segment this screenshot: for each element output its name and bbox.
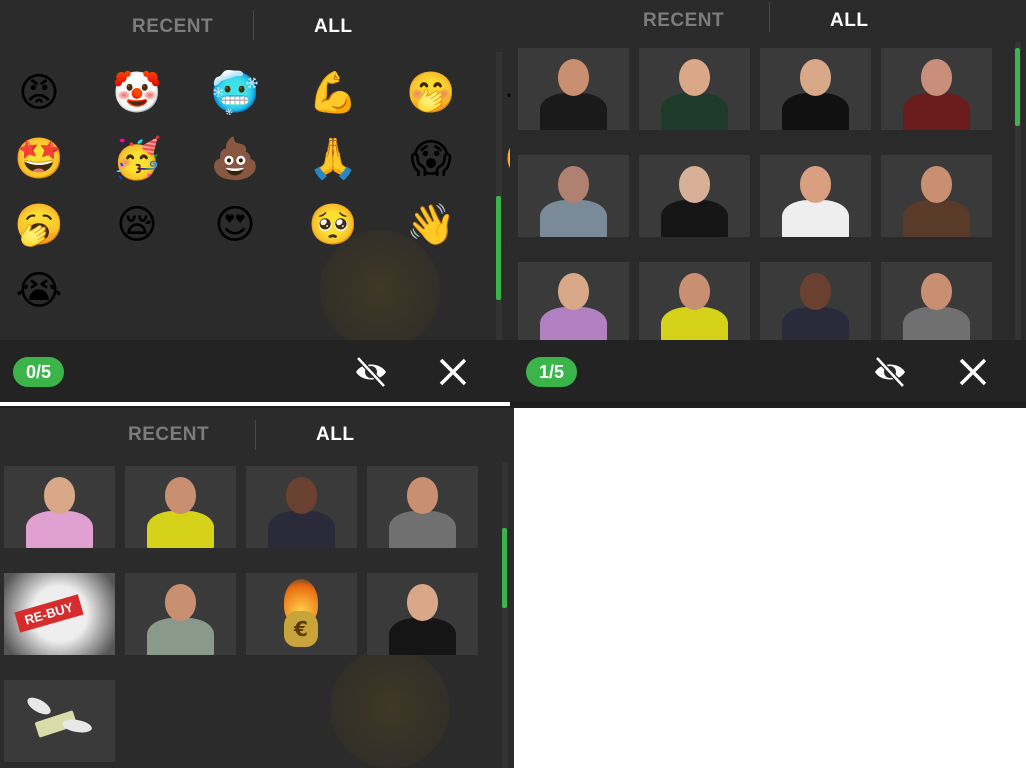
tab-recent[interactable]: RECENT <box>128 424 209 446</box>
popcorn-man-figure <box>760 48 871 130</box>
yawning-face-emoji[interactable]: 🥱 <box>14 200 64 250</box>
loudly-crying-face-emoji[interactable]: 😭 <box>14 266 64 316</box>
sleepy-face-emoji[interactable]: 😪 <box>112 200 162 250</box>
scrollbar-track[interactable] <box>502 462 508 768</box>
animation-tile-yellow-shirt-cheer[interactable] <box>125 466 236 548</box>
suit-red-tie-figure <box>639 155 750 237</box>
wing-icon <box>24 694 54 718</box>
walking-man-figure <box>367 466 478 548</box>
tab-bar: RECENT ALL <box>510 0 1026 52</box>
animation-tile-praying-man[interactable] <box>367 573 478 655</box>
scrollbar-thumb[interactable] <box>1015 48 1020 126</box>
yellow-shirt-cheer-figure <box>125 466 236 548</box>
animation-tile-gift-man[interactable] <box>4 466 115 548</box>
face-with-hand-over-mouth-emoji[interactable]: 🤭 <box>406 68 456 118</box>
footer-bar: 1/5 <box>510 340 1026 402</box>
selection-counter: 0/5 <box>13 357 65 387</box>
animation-tile-thumbs-up-man[interactable] <box>518 48 629 130</box>
animation-tile-white-shirt-thumbs[interactable] <box>760 155 871 237</box>
screaming-face-emoji[interactable]: 😱 <box>406 134 456 184</box>
tab-separator <box>253 10 254 40</box>
heart-eyes-emoji[interactable]: 😍 <box>210 200 260 250</box>
animation-tile-sunglasses-grin[interactable] <box>639 48 750 130</box>
selection-counter: 1/5 <box>526 357 578 387</box>
background-emoji <box>330 648 450 768</box>
tab-all[interactable]: ALL <box>830 10 868 32</box>
animation-tile-walking-man[interactable] <box>881 262 992 344</box>
white-shirt-thumbs-figure <box>760 155 871 237</box>
tab-separator <box>769 2 770 32</box>
praying-man-figure <box>367 573 478 655</box>
waving-hand-emoji[interactable]: 👋 <box>406 200 456 250</box>
animations-panel: RECENT ALL 1/5 <box>510 0 1026 402</box>
flexed-biceps-emoji[interactable]: 💪 <box>308 68 358 118</box>
partying-face-emoji[interactable]: 🥳 <box>112 134 162 184</box>
pleading-face-emoji[interactable]: 🥺 <box>308 200 358 250</box>
folded-hands-emoji[interactable]: 🙏 <box>308 134 358 184</box>
tab-all[interactable]: ALL <box>314 16 352 38</box>
star-struck-emoji[interactable]: 🤩 <box>14 134 64 184</box>
pile-of-poo-emoji[interactable]: 💩 <box>210 134 260 184</box>
footer-bar: 0/5 <box>0 340 510 402</box>
animation-tile-thinking-man[interactable] <box>760 262 871 344</box>
scrollbar-thumb[interactable] <box>496 196 501 300</box>
tab-recent[interactable]: RECENT <box>643 10 724 32</box>
animation-tile-burning-money-bag[interactable]: € <box>246 573 357 655</box>
eye-slash-icon[interactable] <box>353 355 389 389</box>
clown-face-emoji[interactable]: 🤡 <box>112 68 162 118</box>
animation-tile-hat-man[interactable] <box>881 155 992 237</box>
animation-tile-fish-man[interactable] <box>518 155 629 237</box>
re-buy-label: RE-BUY <box>14 594 84 633</box>
eye-slash-icon[interactable] <box>872 355 908 389</box>
crouching-man-figure <box>125 573 236 655</box>
gift-man-figure <box>4 466 115 548</box>
emoji-panel: RECENT ALL 😡🤡🥶💪🤭😂🤩🥳💩🙏😱🤮🥱😪😍🥺👋🎅😭 0/5 <box>0 0 510 402</box>
money-bag-icon: € <box>284 611 318 647</box>
tab-separator <box>255 420 256 450</box>
animations-panel-scrolled: RECENT ALL RE-BUY € <box>0 408 514 768</box>
animation-tile-facepalm-man[interactable] <box>881 48 992 130</box>
close-icon[interactable] <box>436 355 472 389</box>
animation-tile-crouching-man[interactable] <box>125 573 236 655</box>
hat-man-figure <box>881 155 992 237</box>
thinking-man-figure <box>246 466 357 548</box>
divider <box>0 402 510 406</box>
facepalm-man-figure <box>881 48 992 130</box>
animation-tile-gift-man[interactable] <box>518 262 629 344</box>
walking-man-figure <box>881 262 992 344</box>
thumbs-up-man-figure <box>518 48 629 130</box>
cold-face-emoji[interactable]: 🥶 <box>210 68 260 118</box>
thinking-man-figure <box>760 262 871 344</box>
scrollbar-thumb[interactable] <box>502 528 507 608</box>
animation-tile-walking-man[interactable] <box>367 466 478 548</box>
fish-man-figure <box>518 155 629 237</box>
tab-bar: RECENT ALL <box>0 408 514 460</box>
angry-face-emoji[interactable]: 😡 <box>14 68 64 118</box>
wing-icon <box>61 717 93 735</box>
animation-tile-suit-red-tie[interactable] <box>639 155 750 237</box>
gift-man-figure <box>518 262 629 344</box>
animation-tile-popcorn-man[interactable] <box>760 48 871 130</box>
tab-recent[interactable]: RECENT <box>132 16 213 38</box>
sunglasses-grin-figure <box>639 48 750 130</box>
animation-tile-flying-money[interactable] <box>4 680 115 762</box>
animation-tile-yellow-shirt-cheer[interactable] <box>639 262 750 344</box>
animation-tile-re-buy-card[interactable]: RE-BUY <box>4 573 115 655</box>
yellow-shirt-cheer-figure <box>639 262 750 344</box>
animation-tile-thinking-man[interactable] <box>246 466 357 548</box>
tab-bar: RECENT ALL <box>0 0 510 52</box>
close-icon[interactable] <box>956 355 992 389</box>
tab-all[interactable]: ALL <box>316 424 354 446</box>
